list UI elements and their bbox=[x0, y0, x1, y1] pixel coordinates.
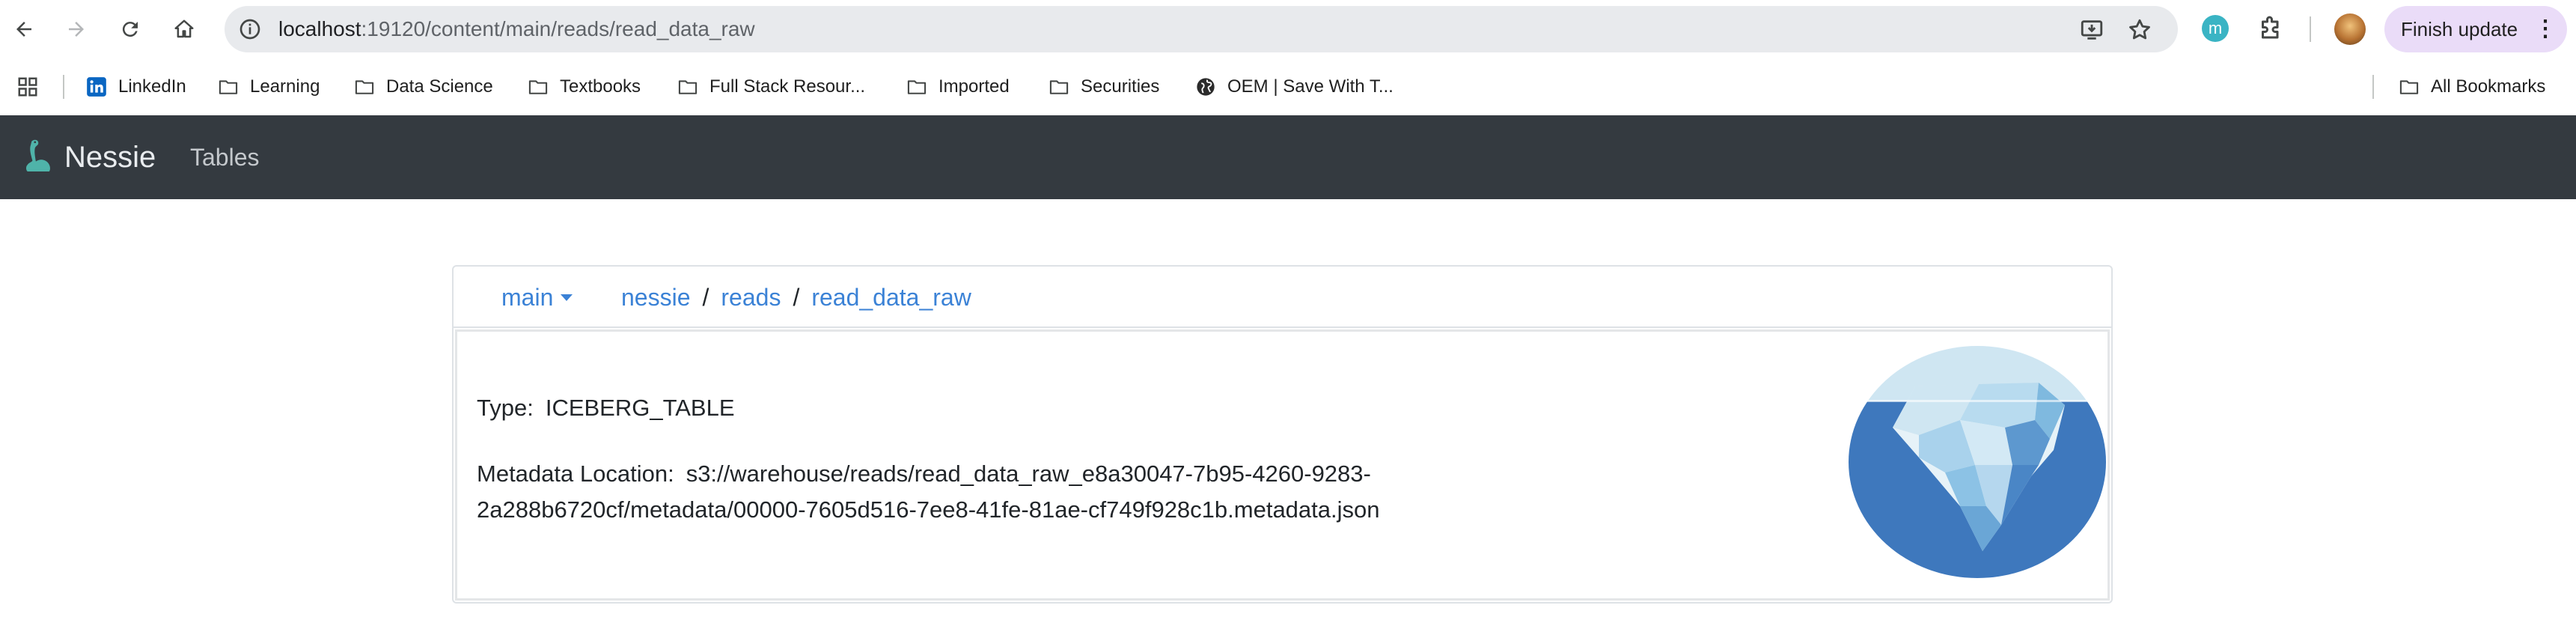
globe-icon bbox=[1194, 76, 1217, 98]
bookmarks-divider bbox=[63, 75, 64, 99]
url-text: localhost:19120/content/main/reads/read_… bbox=[278, 6, 755, 52]
folder-icon bbox=[1048, 76, 1070, 98]
folder-icon bbox=[353, 76, 376, 98]
extensions-button[interactable] bbox=[2256, 13, 2286, 43]
back-button[interactable] bbox=[6, 11, 42, 47]
card-body: Type: ICEBERG_TABLE Metadata Location: s3:… bbox=[455, 329, 2110, 601]
metadata-location-label: Metadata Location: bbox=[477, 461, 674, 487]
metadata-location-value-line2: 2a288b6720cf/metadata/00000-7605d516-7ee… bbox=[477, 496, 1380, 523]
toolbar-divider bbox=[2310, 16, 2311, 42]
profile-avatar[interactable] bbox=[2334, 13, 2366, 45]
card-header: main nessie / reads / read_data_raw bbox=[454, 267, 2111, 328]
bookmark-data-science[interactable]: Data Science bbox=[353, 58, 493, 115]
bookmark-label: Full Stack Resour... bbox=[709, 76, 866, 97]
type-field: Type: ICEBERG_TABLE bbox=[477, 395, 735, 422]
breadcrumb-read-data-raw[interactable]: read_data_raw bbox=[811, 284, 971, 311]
bookmark-securities[interactable]: Securities bbox=[1048, 58, 1159, 115]
folder-icon bbox=[2398, 76, 2420, 98]
bookmark-imported[interactable]: Imported bbox=[906, 58, 1010, 115]
bookmark-textbooks[interactable]: Textbooks bbox=[527, 58, 641, 115]
breadcrumb-nessie[interactable]: nessie bbox=[621, 284, 691, 311]
bookmark-label: Securities bbox=[1081, 76, 1160, 97]
iceberg-logo-icon bbox=[1849, 346, 2106, 578]
apps-grid-icon bbox=[18, 77, 37, 97]
bookmark-oem[interactable]: OEM | Save With T... bbox=[1194, 58, 1394, 115]
bookmark-label: Learning bbox=[250, 76, 320, 97]
breadcrumb-reads[interactable]: reads bbox=[721, 284, 781, 311]
breadcrumb: nessie / reads / read_data_raw bbox=[621, 267, 971, 328]
table-details-card: main nessie / reads / read_data_raw Type: ICE… bbox=[452, 265, 2113, 604]
forward-arrow-icon bbox=[69, 22, 84, 37]
folder-icon bbox=[527, 76, 549, 98]
nav-link-tables[interactable]: Tables bbox=[190, 115, 260, 199]
home-button[interactable] bbox=[166, 11, 202, 47]
folder-icon bbox=[906, 76, 928, 98]
bookmarks-bar: LinkedIn Learning Data Science Textbooks… bbox=[0, 58, 2576, 115]
type-label: Type: bbox=[477, 395, 534, 421]
site-info-icon[interactable] bbox=[238, 17, 262, 41]
bookmark-label: OEM | Save With T... bbox=[1227, 76, 1394, 97]
extension-m-icon[interactable]: m bbox=[2202, 15, 2229, 42]
home-icon bbox=[174, 19, 194, 38]
all-bookmarks-label: All Bookmarks bbox=[2431, 76, 2546, 97]
bookmark-label: LinkedIn bbox=[118, 76, 186, 97]
bookmark-label: Data Science bbox=[386, 76, 493, 97]
reload-icon bbox=[122, 22, 138, 37]
bookmark-label: Textbooks bbox=[560, 76, 641, 97]
bookmark-star-icon[interactable] bbox=[2127, 17, 2152, 43]
back-arrow-icon bbox=[16, 22, 31, 37]
type-value: ICEBERG_TABLE bbox=[545, 395, 735, 421]
finish-update-button[interactable]: Finish update ⋮ bbox=[2384, 6, 2567, 52]
app-navbar: Nessie Tables bbox=[0, 115, 2576, 199]
caret-down-icon bbox=[561, 294, 573, 302]
finish-update-label: Finish update bbox=[2401, 18, 2518, 40]
folder-icon bbox=[677, 76, 699, 98]
bookmark-linkedin[interactable]: LinkedIn bbox=[85, 58, 186, 115]
bookmark-label: Imported bbox=[938, 76, 1010, 97]
brand-link[interactable]: Nessie bbox=[19, 115, 156, 199]
metadata-location-continued: 2a288b6720cf/metadata/00000-7605d516-7ee… bbox=[477, 496, 1380, 523]
bookmark-learning[interactable]: Learning bbox=[217, 58, 320, 115]
branch-label: main bbox=[501, 284, 554, 311]
linkedin-icon bbox=[85, 76, 108, 98]
bookmarks-divider bbox=[2372, 75, 2374, 99]
browser-menu-icon[interactable]: ⋮ bbox=[2534, 6, 2557, 52]
metadata-location-field: Metadata Location: s3://warehouse/reads/r… bbox=[477, 461, 1371, 487]
nessie-logo-icon bbox=[26, 139, 50, 172]
metadata-location-value-line1: s3://warehouse/reads/read_data_raw_e8a30… bbox=[686, 461, 1371, 487]
apps-grid-button[interactable] bbox=[16, 58, 39, 115]
breadcrumb-separator: / bbox=[702, 284, 709, 311]
branch-dropdown[interactable]: main bbox=[501, 267, 573, 328]
url-path: :19120/content/main/reads/read_data_raw bbox=[361, 17, 755, 40]
url-host: localhost bbox=[278, 17, 361, 40]
install-app-icon[interactable] bbox=[2079, 17, 2105, 43]
bookmark-full-stack[interactable]: Full Stack Resour... bbox=[677, 58, 865, 115]
browser-toolbar: localhost:19120/content/main/reads/read_… bbox=[0, 0, 2576, 58]
folder-icon bbox=[217, 76, 239, 98]
all-bookmarks-button[interactable]: All Bookmarks bbox=[2398, 58, 2545, 115]
address-bar[interactable]: localhost:19120/content/main/reads/read_… bbox=[225, 6, 2178, 52]
breadcrumb-separator: / bbox=[793, 284, 800, 311]
brand-name: Nessie bbox=[64, 140, 156, 174]
reload-button[interactable] bbox=[112, 11, 148, 47]
forward-button[interactable] bbox=[58, 11, 94, 47]
puzzle-icon bbox=[2262, 16, 2279, 39]
